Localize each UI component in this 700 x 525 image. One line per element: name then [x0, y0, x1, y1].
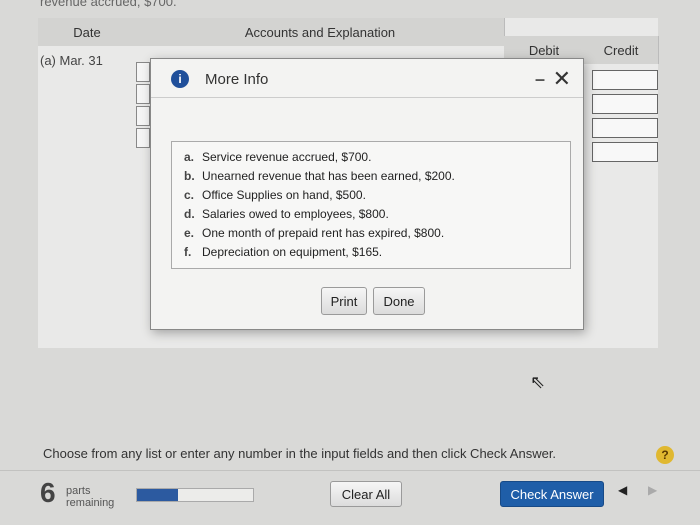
parts-label-line1: parts [66, 485, 91, 497]
check-answer-button[interactable]: Check Answer [500, 481, 604, 507]
info-item-letter: b. [184, 169, 195, 183]
account-select[interactable] [136, 62, 150, 82]
close-icon[interactable]: ✕ [553, 66, 571, 92]
credit-input[interactable] [592, 70, 658, 90]
entry-date: (a) Mar. 31 [40, 53, 103, 68]
progress-fill [137, 489, 178, 501]
dialog-header: i More Info – ✕ [151, 59, 583, 98]
account-select[interactable] [136, 106, 150, 126]
info-list-item: c. Office Supplies on hand, $500. [184, 186, 570, 205]
date-header: Date [38, 18, 137, 46]
info-list-item: b. Unearned revenue that has been earned,… [184, 167, 570, 186]
info-box: a. Service revenue accrued, $700. b. Unearn… [171, 141, 571, 269]
info-list-item: e. One month of prepaid rent has expired,… [184, 224, 570, 243]
previous-arrow-icon[interactable]: ◀ [618, 483, 627, 497]
dialog-title: More Info [205, 71, 269, 88]
info-list: a. Service revenue accrued, $700. b. Unearn… [172, 142, 570, 262]
info-item-letter: e. [184, 226, 195, 240]
info-icon: i [171, 70, 189, 88]
accounts-header: Accounts and Explanation [136, 18, 505, 46]
account-select[interactable] [136, 128, 150, 148]
info-item-letter: f. [184, 245, 192, 259]
info-list-item: f. Depreciation on equipment, $165. [184, 243, 570, 262]
info-item-text: Salaries owed to employees, $800. [202, 207, 389, 221]
info-list-item: a. Service revenue accrued, $700. [184, 148, 570, 167]
print-button[interactable]: Print [321, 287, 367, 315]
account-select[interactable] [136, 84, 150, 104]
credit-input[interactable] [592, 142, 658, 162]
progress-bar [136, 488, 254, 502]
info-item-text: Unearned revenue that has been earned, $… [202, 169, 455, 183]
credit-input[interactable] [592, 94, 658, 114]
clear-all-button[interactable]: Clear All [330, 481, 402, 507]
info-list-item: d. Salaries owed to employees, $800. [184, 205, 570, 224]
credit-header: Credit [584, 36, 659, 64]
mouse-pointer-icon: ⇖ [530, 372, 546, 392]
parts-count: 6 [40, 477, 56, 508]
minimize-icon[interactable]: – [535, 69, 545, 90]
truncated-header-text: revenue accrued, $700. [40, 0, 177, 9]
instructions-text: Choose from any list or enter any number… [43, 446, 557, 461]
info-item-text: One month of prepaid rent has expired, $… [202, 226, 445, 240]
info-item-letter: d. [184, 207, 195, 221]
parts-label-line2: remaining [66, 497, 115, 509]
info-item-text: Office Supplies on hand, $500. [202, 188, 366, 202]
more-info-dialog: i More Info – ✕ a. Service revenue accrue… [150, 58, 584, 330]
parts-label: parts remaining [66, 485, 114, 509]
next-arrow-icon[interactable]: ▶ [648, 483, 657, 497]
info-item-letter: c. [184, 188, 195, 202]
credit-input[interactable] [592, 118, 658, 138]
info-item-letter: a. [184, 150, 195, 164]
done-button[interactable]: Done [373, 287, 425, 315]
info-item-text: Service revenue accrued, $700. [202, 150, 372, 164]
help-icon[interactable]: ? [656, 446, 674, 464]
info-item-text: Depreciation on equipment, $165. [202, 245, 383, 259]
divider [0, 470, 700, 471]
